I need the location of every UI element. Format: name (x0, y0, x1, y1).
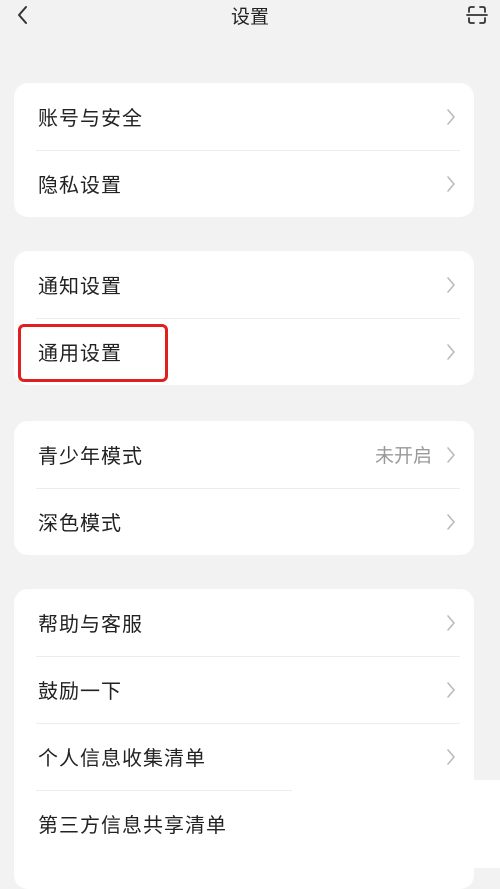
chevron-right-icon (447, 748, 455, 765)
settings-group-modes: 青少年模式 未开启 深色模式 (14, 421, 474, 555)
settings-item-label: 第三方信息共享清单 (38, 813, 227, 837)
scan-button[interactable] (462, 0, 492, 30)
chevron-right-icon (447, 614, 455, 631)
chevron-right-icon (447, 513, 455, 530)
scan-icon (466, 6, 488, 24)
settings-group-account: 账号与安全 隐私设置 (14, 83, 474, 217)
settings-group-notifications: 通知设置 通用设置 (14, 251, 474, 385)
chevron-right-icon (447, 446, 455, 463)
settings-item-label: 深色模式 (38, 511, 122, 535)
settings-item-general[interactable]: 通用设置 (14, 318, 474, 385)
youth-mode-status: 未开启 (374, 445, 432, 467)
settings-item-label: 鼓励一下 (38, 679, 122, 703)
settings-item-label: 隐私设置 (38, 173, 122, 197)
chevron-right-icon (447, 108, 455, 125)
settings-item-encourage[interactable]: 鼓励一下 (14, 656, 474, 723)
settings-item-label: 青少年模式 (38, 444, 143, 468)
settings-item-privacy[interactable]: 隐私设置 (14, 150, 474, 217)
settings-item-label: 账号与安全 (38, 106, 143, 130)
settings-item-account-security[interactable]: 账号与安全 (14, 83, 474, 150)
chevron-right-icon (447, 175, 455, 192)
page-title: 设置 (230, 6, 269, 28)
chevron-right-icon (447, 276, 455, 293)
settings-item-help[interactable]: 帮助与客服 (14, 589, 474, 656)
chevron-right-icon (447, 343, 455, 360)
settings-item-label: 通知设置 (38, 274, 122, 298)
settings-item-label: 帮助与客服 (38, 612, 143, 636)
settings-item-label: 通用设置 (38, 341, 122, 365)
top-bar: 设置 (0, 0, 500, 34)
chevron-right-icon (447, 681, 455, 698)
settings-item-notifications[interactable]: 通知设置 (14, 251, 474, 318)
settings-item-dark-mode[interactable]: 深色模式 (14, 488, 474, 555)
settings-item-youth-mode[interactable]: 青少年模式 未开启 (14, 421, 474, 488)
settings-item-label: 个人信息收集清单 (38, 746, 206, 770)
cropped-area (292, 780, 500, 868)
